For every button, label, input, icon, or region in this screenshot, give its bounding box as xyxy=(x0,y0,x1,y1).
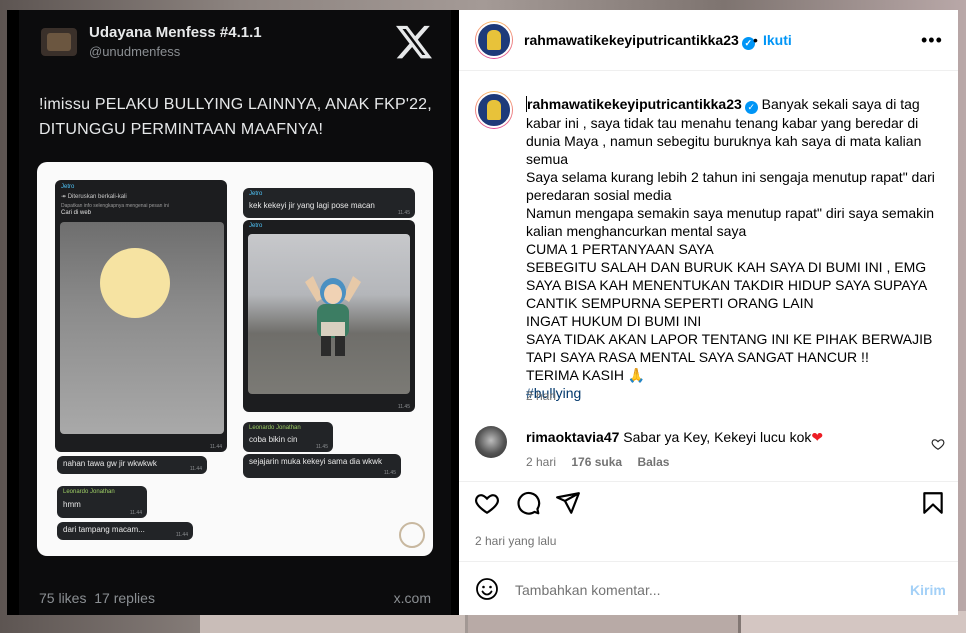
comment-input[interactable]: Tambahkan komentar... xyxy=(515,582,661,598)
author-avatar[interactable] xyxy=(475,21,513,59)
chat-bubble: sejajarin muka kekeyi sama dia wkwk 11.4… xyxy=(243,454,401,478)
commenter-username[interactable]: rimaoktavia47 xyxy=(526,429,619,445)
chat-bubble: nahan tawa gw jir wkwkwk 11.44 xyxy=(57,456,207,474)
commenter-avatar[interactable] xyxy=(475,426,507,458)
comment-like-icon[interactable] xyxy=(931,437,945,451)
more-options-icon[interactable]: ••• xyxy=(921,30,943,51)
red-heart-emoji: ❤ xyxy=(811,429,824,445)
tweet-author-handle: @unudmenfess xyxy=(89,44,181,59)
author-username[interactable]: rahmawatikekeyiputricantikka23 ✓ xyxy=(524,32,755,50)
post-modal: Udayana Menfess #4.1.1 @unudmenfess !imi… xyxy=(7,10,958,615)
caption-username[interactable]: rahmawatikekeyiputricantikka23 xyxy=(527,96,742,112)
x-logo-icon xyxy=(396,25,432,59)
post-header: rahmawatikekeyiputricantikka23 ✓ • Ikuti … xyxy=(459,10,958,71)
comments-section[interactable]: rahmawatikekeyiputricantikka23 ✓ Banyak s… xyxy=(459,71,958,481)
chat-screenshots: Jetro ↠ Diteruskan berkali-kali Dapatkan… xyxy=(37,162,433,556)
tweet-source: x.com xyxy=(393,590,431,606)
chat-bubble: Leonardo Jonathan coba bikin cin 11.45 xyxy=(243,422,333,452)
chat-sender: Jetro xyxy=(249,223,263,229)
tweet-stats: 75 likes 17 replies xyxy=(39,590,155,606)
post-image[interactable]: Udayana Menfess #4.1.1 @unudmenfess !imi… xyxy=(7,10,459,615)
follow-button[interactable]: Ikuti xyxy=(763,32,792,48)
post-sidebar: rahmawatikekeyiputricantikka23 ✓ • Ikuti … xyxy=(459,10,958,615)
chat-photo xyxy=(248,234,410,394)
chat-info: Dapatkan info selengkapnya mengenai pesa… xyxy=(61,203,169,209)
share-send-icon[interactable] xyxy=(555,490,581,516)
comment-meta: 2 hari 176 suka Balas xyxy=(526,455,681,469)
chat-time: 11.44 xyxy=(209,444,222,450)
chat-search-web: Cari di web xyxy=(61,210,92,216)
comment-bubble-icon[interactable] xyxy=(515,490,541,516)
chat-bubble: Leonardo Jonathan hmm 11.44 xyxy=(57,486,147,518)
blur-circle xyxy=(100,248,170,318)
comment-likes[interactable]: 176 suka xyxy=(571,455,622,469)
watermark-seal xyxy=(399,522,425,548)
add-comment-bar: Tambahkan komentar... Kirim xyxy=(459,561,958,616)
separator-dot: • xyxy=(753,32,758,48)
tweet-text: !imissu PELAKU BULLYING LAINNYA, ANAK FK… xyxy=(39,96,432,138)
chat-message-photo: Jetro 11.45 xyxy=(243,220,415,412)
bookmark-icon[interactable] xyxy=(920,490,946,516)
chat-sender: Jetro xyxy=(61,184,75,190)
caption-avatar[interactable] xyxy=(475,91,513,129)
reply-button[interactable]: Balas xyxy=(637,455,669,469)
verified-badge-icon: ✓ xyxy=(744,101,758,114)
send-comment-button[interactable]: Kirim xyxy=(910,582,946,598)
chat-forward-label: ↠ Diteruskan berkali-kali xyxy=(61,194,127,200)
post-caption: rahmawatikekeyiputricantikka23 ✓ Banyak s… xyxy=(526,96,935,401)
chat-photo xyxy=(60,222,224,434)
post-actions: 2 hari yang lalu xyxy=(459,481,958,572)
post-date: 2 hari yang lalu xyxy=(475,534,557,548)
comment-time: 2 hari xyxy=(526,455,557,469)
tweet-avatar xyxy=(41,28,77,56)
tweet-author-name: Udayana Menfess #4.1.1 xyxy=(89,24,262,41)
chat-message-photo: Jetro ↠ Diteruskan berkali-kali Dapatkan… xyxy=(55,180,227,452)
chat-bubble: dari tampang macam... 11.44 xyxy=(57,522,193,540)
chat-bubble: Jetro kek kekeyi jir yang lagi pose maca… xyxy=(243,188,415,218)
emoji-icon[interactable] xyxy=(475,577,499,601)
person-illustration xyxy=(305,276,361,356)
comment-text: rimaoktavia47 Sabar ya Key, Kekeyi lucu … xyxy=(526,429,824,445)
caption-time: 2 hari xyxy=(526,389,557,403)
like-heart-icon[interactable] xyxy=(474,490,500,516)
chat-time: 11.45 xyxy=(397,404,410,410)
tweet-screenshot: Udayana Menfess #4.1.1 @unudmenfess !imi… xyxy=(19,10,451,615)
